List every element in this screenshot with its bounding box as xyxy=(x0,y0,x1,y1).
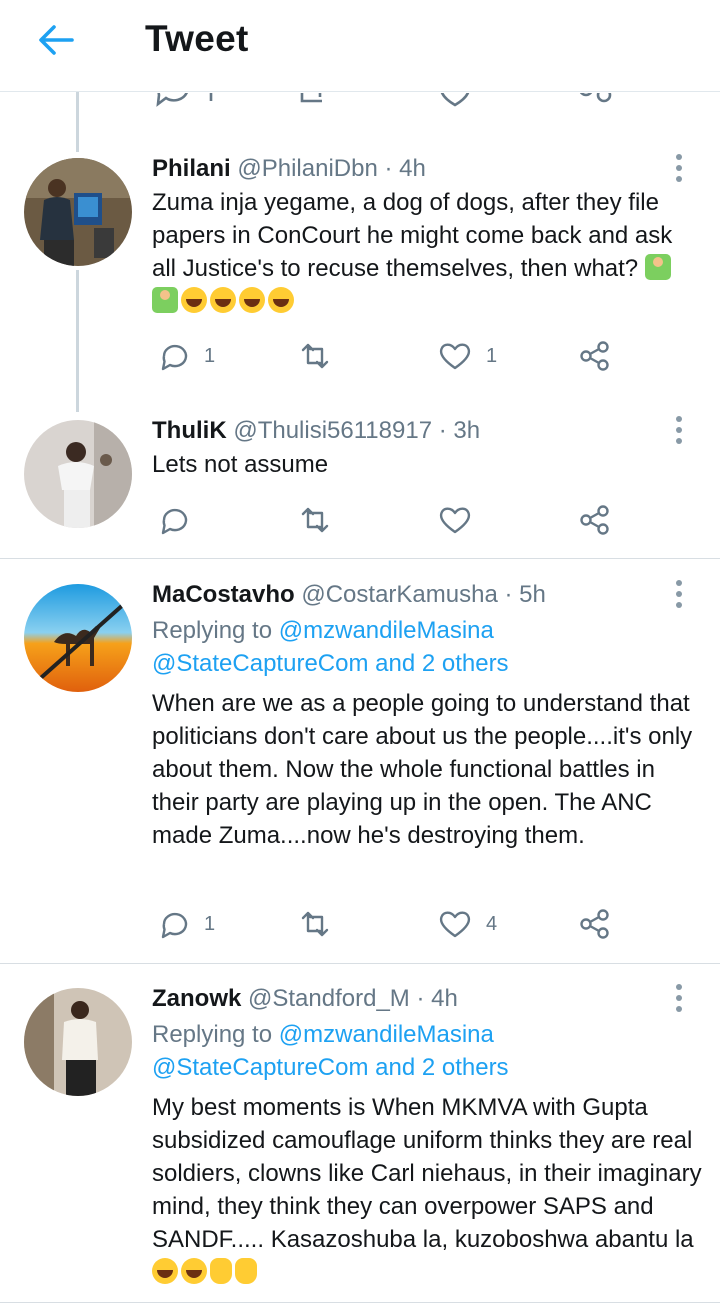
avatar-photo xyxy=(24,420,132,528)
replying-prefix: Replying to xyxy=(152,617,279,644)
retweet-button[interactable] xyxy=(298,336,346,376)
share-icon xyxy=(580,909,609,939)
retweet-button[interactable] xyxy=(298,904,346,944)
back-button[interactable] xyxy=(34,20,78,60)
handle[interactable]: @Standford_M xyxy=(248,985,410,1012)
like-button[interactable]: 4 xyxy=(438,904,497,944)
avatar[interactable] xyxy=(24,158,132,266)
replying-prefix: Replying to xyxy=(152,1021,279,1048)
replying-to: Replying to @mzwandileMasina @StateCaptu… xyxy=(152,614,509,680)
tweet-text: Lets not assume xyxy=(152,451,329,478)
avatar[interactable] xyxy=(24,584,132,692)
tweet-actions: 1 4 xyxy=(152,904,632,944)
laughing-emoji xyxy=(239,287,265,313)
share-icon xyxy=(580,505,609,535)
timestamp: · 4h xyxy=(384,155,426,182)
laughing-emoji xyxy=(268,287,294,313)
shrug-emoji xyxy=(152,287,178,313)
heart-icon xyxy=(439,507,471,534)
display-name[interactable]: MaCostavho xyxy=(152,581,295,608)
avatar-photo xyxy=(24,584,132,692)
timestamp: · 5h xyxy=(504,581,546,608)
arrow-left-icon xyxy=(39,25,74,55)
more-vertical-icon xyxy=(676,416,682,444)
divider xyxy=(0,1302,720,1303)
mention-link-others[interactable]: @StateCaptureCom and 2 others xyxy=(152,650,509,677)
like-button[interactable] xyxy=(438,500,486,540)
previous-actions-icons xyxy=(156,93,612,107)
heart-icon xyxy=(439,911,471,938)
reply-icon xyxy=(161,344,188,371)
more-vertical-icon xyxy=(676,154,682,182)
laughing-emoji xyxy=(181,1258,207,1284)
tweet-text: Zuma inja yegame, a dog of dogs, after t… xyxy=(152,186,702,318)
timestamp: · 4h xyxy=(416,985,458,1012)
crossed-fingers-emoji xyxy=(235,1258,257,1284)
heart-icon xyxy=(439,343,471,370)
laughing-emoji xyxy=(210,287,236,313)
retweet-button[interactable] xyxy=(298,500,346,540)
tweet-actions xyxy=(152,500,632,540)
avatar-photo xyxy=(24,158,132,266)
reply-icon xyxy=(161,912,188,939)
handle[interactable]: @CostarKamusha xyxy=(301,581,497,608)
tweet-text: My best moments is When MKMVA with Gupta… xyxy=(152,1091,702,1289)
thread-connector xyxy=(76,92,79,152)
share-button[interactable] xyxy=(578,500,612,540)
tweet-header: Philani @PhilaniDbn · 4h xyxy=(152,155,426,183)
divider xyxy=(0,558,720,559)
like-button[interactable]: 1 xyxy=(438,336,497,376)
share-button[interactable] xyxy=(578,336,612,376)
retweet-icon xyxy=(301,911,329,937)
retweet-icon xyxy=(301,507,329,533)
tweet-body-text: Zuma inja yegame, a dog of dogs, after t… xyxy=(152,189,673,282)
reply-icon xyxy=(161,508,188,535)
retweet-icon xyxy=(301,343,329,369)
handle[interactable]: @Thulisi56118917 xyxy=(233,417,432,444)
handle[interactable]: @PhilaniDbn xyxy=(237,155,377,182)
mention-link[interactable]: @mzwandileMasina xyxy=(279,1021,494,1048)
avatar-photo xyxy=(24,988,132,1096)
crossed-fingers-emoji xyxy=(210,1258,232,1284)
display-name[interactable]: Philani xyxy=(152,155,231,182)
tweet-header: ThuliK @Thulisi56118917 · 3h xyxy=(152,417,480,445)
laughing-emoji xyxy=(152,1258,178,1284)
avatar[interactable] xyxy=(24,988,132,1096)
tweet-header: Zanowk @Standford_M · 4h xyxy=(152,985,458,1013)
top-app-bar: Tweet xyxy=(0,0,720,92)
tweet-header: MaCostavho @CostarKamusha · 5h xyxy=(152,581,546,609)
share-icon xyxy=(580,341,609,371)
display-name[interactable]: Zanowk xyxy=(152,985,241,1012)
more-vertical-icon xyxy=(676,984,682,1012)
more-options-button[interactable] xyxy=(669,410,689,450)
divider xyxy=(0,963,720,964)
like-count: 1 xyxy=(486,344,498,367)
previous-tweet-actions xyxy=(0,93,720,113)
reply-button[interactable]: 1 xyxy=(158,904,215,944)
reply-count: 1 xyxy=(204,912,216,935)
tweet-text: When are we as a people going to underst… xyxy=(152,690,693,849)
shrug-emoji xyxy=(644,254,671,280)
page-title: Tweet xyxy=(145,18,249,59)
like-count: 4 xyxy=(486,912,498,935)
tweet-actions: 1 1 xyxy=(152,336,632,376)
thread-connector xyxy=(76,270,79,412)
replying-to: Replying to @mzwandileMasina @StateCaptu… xyxy=(152,1018,509,1084)
mention-link-others[interactable]: @StateCaptureCom and 2 others xyxy=(152,1054,509,1081)
reply-count: 1 xyxy=(204,344,216,367)
tweet-body-text: My best moments is When MKMVA with Gupta… xyxy=(152,1094,702,1253)
more-options-button[interactable] xyxy=(669,148,689,188)
timestamp: · 3h xyxy=(438,417,481,444)
more-options-button[interactable] xyxy=(669,978,689,1018)
reply-button[interactable] xyxy=(158,500,204,540)
share-button[interactable] xyxy=(578,904,612,944)
avatar[interactable] xyxy=(24,420,132,528)
reply-button[interactable]: 1 xyxy=(158,336,215,376)
more-vertical-icon xyxy=(676,580,682,608)
display-name[interactable]: ThuliK xyxy=(152,417,227,444)
mention-link[interactable]: @mzwandileMasina xyxy=(279,617,494,644)
laughing-emoji xyxy=(181,287,207,313)
more-options-button[interactable] xyxy=(669,574,689,614)
